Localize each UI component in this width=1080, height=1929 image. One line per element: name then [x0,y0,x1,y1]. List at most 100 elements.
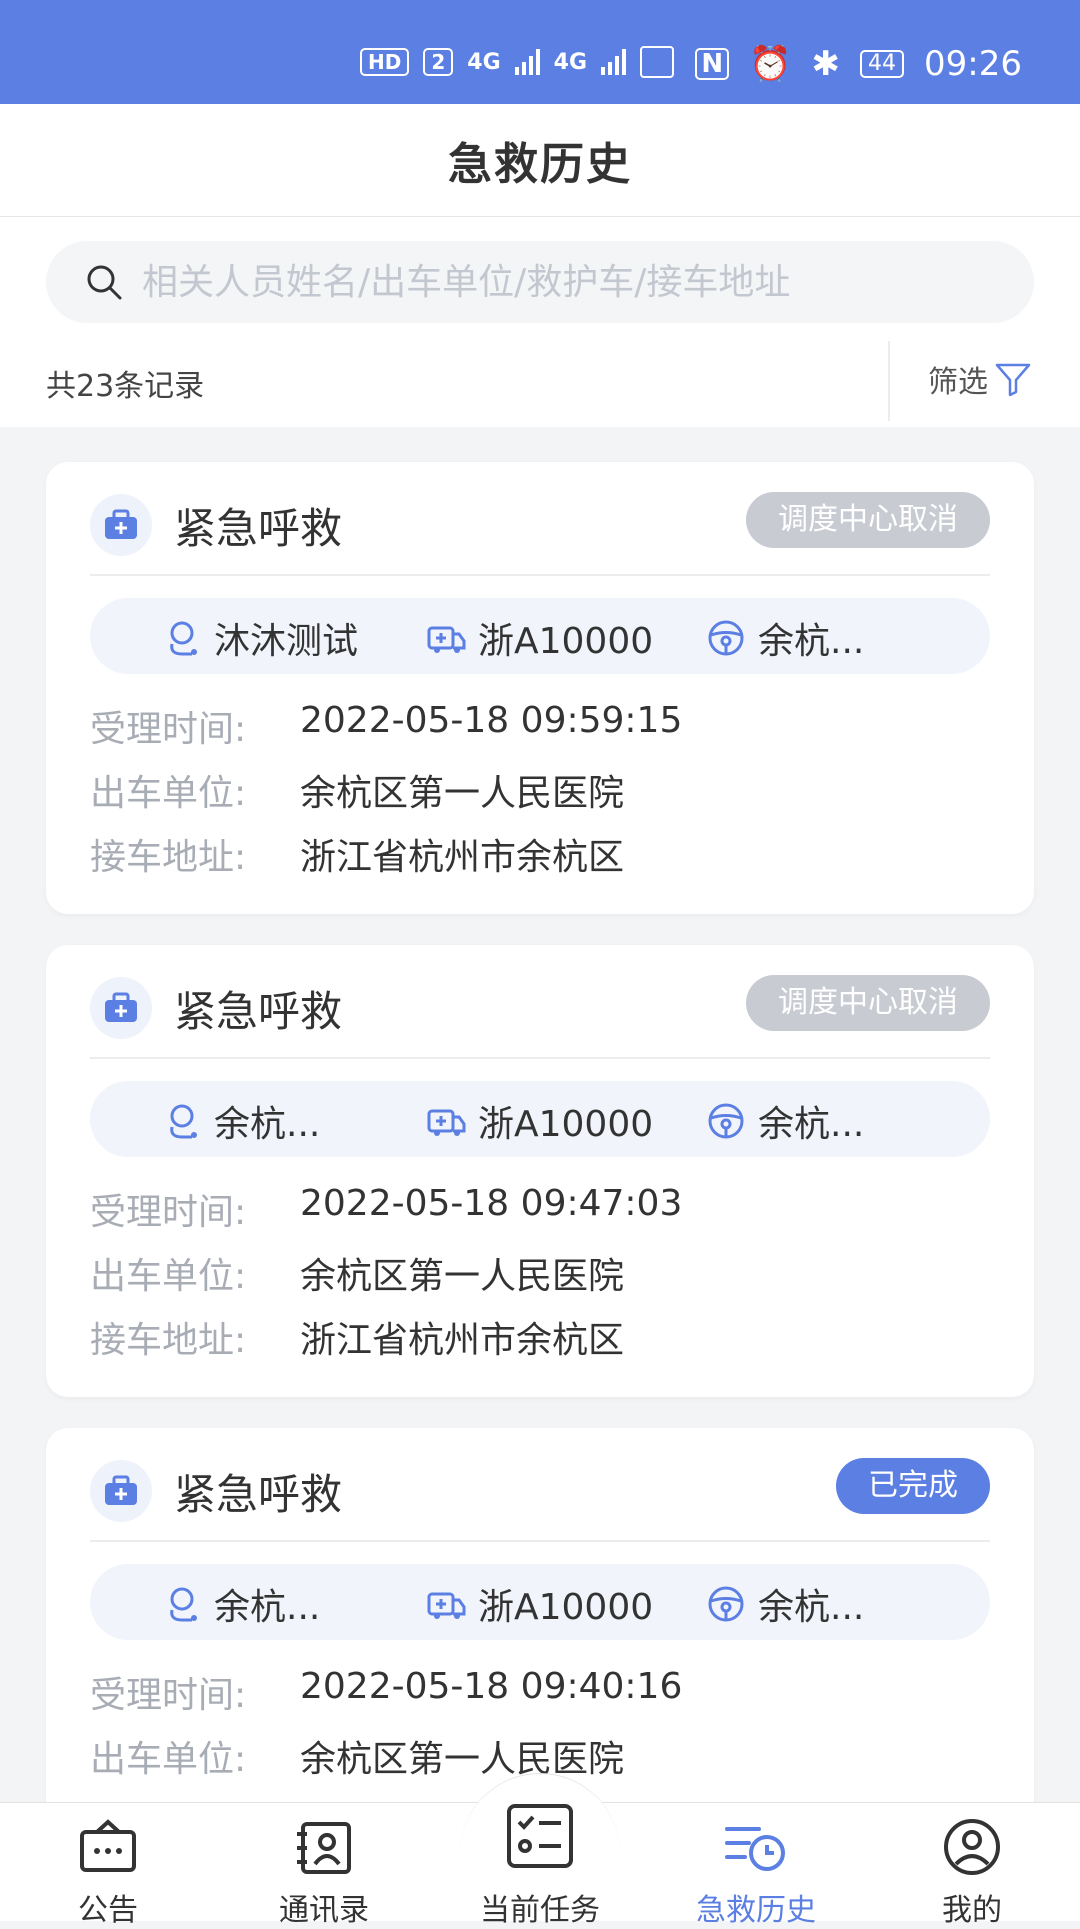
doctor-name: 沐沐测试 [214,621,359,662]
tab-label: 急救历史 [696,1893,816,1928]
record-card[interactable]: 紧急呼救 调度中心取消 余杭... 浙A10000 余杭... 受理时间: 20… [46,945,1034,1397]
unit-value: 余杭区第一人民医院 [300,1256,625,1297]
address-label: 接车地址: [90,1320,247,1361]
status-badge: 调度中心取消 [746,492,990,548]
card-header: 紧急呼救 [90,494,342,556]
filter-icon [995,363,1031,397]
vehicle-plate: 浙A10000 [478,621,654,662]
network-type-1: 4G [467,49,501,75]
address-label: 接车地址: [90,837,247,878]
clock: 09:26 [924,44,1022,84]
vehicle-info: 浙A10000 [426,1578,653,1630]
tab-rescue-history[interactable]: 急救历史 [666,1815,846,1929]
divider [888,341,890,421]
ambulance-icon [427,626,466,653]
unit-value: 余杭区第一人民医院 [300,1739,625,1780]
driver-info: 余杭... [706,612,864,664]
tab-label: 通讯录 [279,1893,369,1928]
doctor-name: 余杭... [214,1587,321,1628]
accept-time-label: 受理时间: [90,709,247,750]
battery-icon: 44 [860,50,905,78]
medical-kit-icon [90,494,152,556]
driver-name: 余杭... [758,1104,865,1145]
nfc-icon: N [695,48,730,80]
search-bar[interactable] [46,241,1034,323]
search-input[interactable] [140,260,1004,304]
stethoscope-icon [170,621,197,656]
card-divider [90,1540,990,1542]
doctor-info: 余杭... [162,1095,320,1147]
task-list-icon [507,1804,573,1868]
tab-current-task[interactable]: 当前任务 [450,1804,630,1929]
tab-label: 当前任务 [480,1893,600,1928]
status-bar-right: N ⏰ ✱ 44 09:26 [695,44,1022,84]
ambulance-icon [427,1109,466,1136]
crew-info: 余杭... 浙A10000 余杭... [90,1081,990,1157]
unit-label: 出车单位: [90,1739,247,1780]
unit-label: 出车单位: [90,1256,247,1297]
stethoscope-icon [170,1104,197,1139]
accept-time-value: 2022-05-18 09:59:15 [300,700,683,741]
tab-contacts[interactable]: 通讯录 [234,1815,414,1929]
unit-label: 出车单位: [90,773,247,814]
accept-time-row: 受理时间: 2022-05-18 09:59:15 [90,700,682,752]
address-row: 接车地址: 浙江省杭州市余杭区 [90,828,624,880]
medical-kit-icon [90,1460,152,1522]
doctor-info: 沐沐测试 [162,612,358,664]
accept-time-label: 受理时间: [90,1675,247,1716]
steering-wheel-icon [708,1586,744,1622]
filter-button[interactable]: 筛选 [928,357,1032,401]
record-type: 紧急呼救 [174,503,343,553]
crew-info: 沐沐测试 浙A10000 余杭... [90,598,990,674]
tab-label: 公告 [78,1893,138,1928]
record-type: 紧急呼救 [174,986,343,1036]
network-type-2: 4G [553,49,588,75]
announcement-icon [80,1819,136,1872]
record-summary-bar: 共23条记录 筛选 [0,335,1080,427]
accept-time-value: 2022-05-18 09:40:16 [300,1666,683,1707]
vehicle-info: 浙A10000 [426,1095,653,1147]
status-badge: 已完成 [836,1458,990,1514]
sim-indicator: 2 [423,48,454,76]
unit-row: 出车单位: 余杭区第一人民医院 [90,1247,624,1299]
vehicle-info: 浙A10000 [426,612,653,664]
driver-info: 余杭... [706,1095,864,1147]
tab-announcement[interactable]: 公告 [18,1815,198,1929]
record-type: 紧急呼救 [174,1469,343,1519]
bluetooth-icon: ✱ [811,44,841,84]
profile-icon [944,1819,1000,1875]
status-bar: HD 2 4G 4G N ⏰ ✱ 44 09:26 [0,0,1080,104]
unit-value: 余杭区第一人民医院 [300,773,625,814]
address-row: 接车地址: 浙江省杭州市余杭区 [90,1311,624,1363]
accept-time-row: 受理时间: 2022-05-18 09:47:03 [90,1183,682,1235]
status-bar-left: HD 2 4G 4G [360,46,675,78]
doctor-info: 余杭... [162,1578,320,1630]
address-value: 浙江省杭州市余杭区 [300,837,625,878]
search-area [0,217,1080,335]
alarm-icon: ⏰ [749,44,792,84]
signal-icon [601,49,627,75]
medical-kit-icon [90,977,152,1039]
contacts-icon [297,1822,351,1874]
driver-name: 余杭... [758,1587,865,1628]
search-icon [87,265,122,300]
bottom-tab-bar: 公告 通讯录 当前任务 急救历史 我的 [0,1773,1080,1928]
hd-indicator: HD [360,48,410,76]
card-header: 紧急呼救 [90,977,342,1039]
vehicle-plate: 浙A10000 [478,1587,654,1628]
doctor-name: 余杭... [214,1104,321,1145]
page-title: 急救历史 [448,139,632,190]
vehicle-plate: 浙A10000 [478,1104,654,1145]
accept-time-label: 受理时间: [90,1192,247,1233]
ambulance-icon [427,1592,466,1619]
driver-name: 余杭... [758,621,865,662]
record-card[interactable]: 紧急呼救 调度中心取消 沐沐测试 浙A10000 余杭... 受理时间: 202… [46,462,1034,914]
accept-time-row: 受理时间: 2022-05-18 09:40:16 [90,1666,682,1718]
steering-wheel-icon [708,1103,744,1139]
page-header: 急救历史 [0,104,1080,217]
card-divider [90,1057,990,1059]
history-icon [725,1827,785,1871]
signal-icon [514,49,540,75]
tab-profile[interactable]: 我的 [882,1815,1062,1929]
address-value: 浙江省杭州市余杭区 [300,1320,625,1361]
